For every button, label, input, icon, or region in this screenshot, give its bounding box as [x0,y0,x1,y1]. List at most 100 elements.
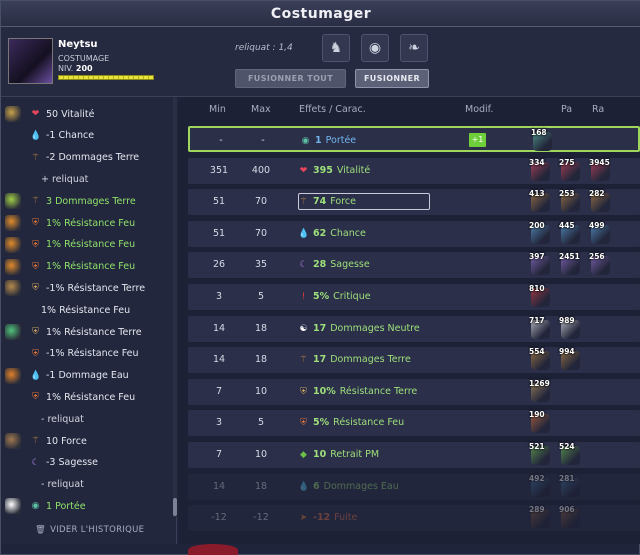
effect-value: 10% [313,385,336,397]
rune-slot[interactable]: 524 [559,442,582,467]
max-value: 18 [254,480,268,492]
rune-group: 554 994 [529,347,582,372]
effect-row[interactable]: 14 18 💧 6 Dommages Eau 492 281 [188,473,640,500]
history-line-text: 1% Résistance Feu [46,261,136,273]
effect-label: Dommages Terre [330,354,411,366]
feather-slot[interactable]: ❧ [400,34,428,62]
fuse-button[interactable]: FUSIONNER [355,69,429,88]
rune-slot[interactable]: 492 [529,474,552,499]
effect-value: 5% [313,417,330,429]
rune-slot[interactable]: 989 [559,316,582,341]
col-max: Max [251,104,271,115]
history-line-text: -1 Dommage Eau [46,370,129,382]
rune-group: 289 906 [529,505,582,530]
history-scrollbar[interactable] [173,97,177,517]
rune-slot[interactable]: 253 [559,189,582,214]
rune-slot[interactable]: 413 [529,189,552,214]
effect-row[interactable]: 26 35 ☾ 28 Sagesse 397 2451 256 [188,252,640,279]
effect-cell: ⚚ 74 Force [298,189,448,215]
rune-group: 492 281 [529,474,582,499]
moon-icon: ☾ [31,457,40,468]
effect-cell: ◉ 1 Portée [300,128,450,154]
history-line: ⛨ 1% Résistance Feu [1,387,173,407]
effect-row[interactable]: - - ◉ 1 Portée +1 168 [188,126,640,152]
min-value: 51 [212,227,226,239]
history-scroll-thumb[interactable] [173,498,177,516]
history-line-text: 3 Dommages Terre [46,195,136,207]
effect-row[interactable]: 14 18 ☯ 17 Dommages Neutre 717 989 [188,315,640,342]
rune-slot[interactable]: 994 [559,347,582,372]
history-line-text: -2 Dommages Terre [46,152,140,164]
title-bar[interactable]: Costumager [1,1,640,27]
rune-count: 253 [559,189,575,199]
history-line: 💧 -1 Chance [1,126,173,146]
clear-history-button[interactable]: 🗑 VIDER L'HISTORIQUE [35,525,144,535]
rune-slot[interactable]: 810 [529,284,552,309]
rune-group: 521 524 [529,442,582,467]
rune-slot[interactable]: 521 [529,442,552,467]
rune-slot[interactable]: 906 [559,505,582,530]
earth-icon: ⚚ [31,196,40,207]
max-value: 18 [254,322,268,334]
effect-value: 62 [313,227,327,239]
effect-row[interactable]: 3 5 ⛨ 5% Résistance Feu 190 [188,410,640,437]
fuse-all-button[interactable]: FUSIONNER TOUT [235,69,346,88]
history-line: ⛨ 1% Résistance Feu [1,235,173,255]
effect-row[interactable]: 51 70 ⚚ 74 Force 413 253 282 [188,189,640,216]
effect-label: Critique [333,291,371,302]
rune-slot[interactable]: 289 [529,505,552,530]
rune-slot[interactable]: 200 [529,221,552,246]
fire-shield-icon: ⛨ [300,418,307,429]
rune-group: 200 445 499 [529,220,612,246]
rune-count: 499 [589,220,605,230]
rune-slot[interactable]: 334 [529,157,552,183]
rune-group: 190 [529,410,552,435]
history-line-text: 50 Vitalité [46,108,95,120]
rune-slot[interactable]: 717 [529,316,552,341]
rune-slot[interactable]: 2451 [559,252,582,277]
rune-slot[interactable]: 499 [589,220,612,246]
costume-slot[interactable]: ♞ [322,34,350,62]
rune-slot[interactable]: 445 [559,221,582,246]
rune-slot[interactable]: 256 [589,252,612,277]
rune-slot[interactable]: 190 [529,410,552,435]
history-line: ⛨ 1% Résistance Terre [1,322,173,342]
history-item-icon [5,106,21,122]
rune-slot[interactable]: 397 [529,252,552,277]
history-item-icon [5,258,21,275]
max-value: 10 [254,385,268,397]
effect-row[interactable]: 3 5! 5% Critique 810 [188,284,640,310]
effect-row[interactable]: 51 70 💧 62 Chance 200 445 499 [188,220,640,247]
effect-row[interactable]: 351 400 ❤ 395 Vitalité 334 275 3945 [188,157,640,184]
history-line-text: - reliquat [41,479,84,491]
history-item-icon [5,215,21,231]
history-line: ⛨ 1% Résistance Feu [1,213,173,233]
history-item-icon [5,280,21,297]
rune-slot[interactable]: 275 [559,158,582,183]
min-value: - [219,135,223,146]
history-line: ⚚ 3 Dommages Terre [1,191,173,211]
plate-slot[interactable]: ◉ [361,34,389,62]
effect-row[interactable]: 7 10 ⛨ 10% Résistance Terre 1269 [188,378,640,405]
rune-count: 334 [529,157,545,167]
heart-icon: ❤ [31,109,40,119]
effect-label: Dommages Eau [323,480,399,492]
col-min: Min [209,104,226,115]
modif-badge: +1 [469,133,486,147]
effect-cell: ☾ 28 Sagesse [298,252,448,278]
avatar [8,38,53,84]
rune-slot[interactable]: 281 [559,474,582,499]
effect-cell: 💧 62 Chance [298,221,448,247]
rune-count: 2451 [559,252,580,262]
effect-row[interactable]: 14 18 ⚚ 17 Dommages Terre 554 994 [188,347,640,374]
min-value: 14 [212,480,226,492]
rune-slot[interactable]: 282 [589,189,612,214]
rune-slot[interactable]: 168 [531,128,554,153]
rune-slot[interactable]: 1269 [529,379,552,404]
effect-row[interactable]: 7 10 ◆ 10 Retrait PM 521 524 [188,442,640,468]
history-line-text: - reliquat [41,413,84,425]
effect-label: Sagesse [330,259,370,271]
rune-slot[interactable]: 3945 [589,158,612,183]
rune-slot[interactable]: 554 [529,347,552,372]
effect-row[interactable]: -12 -12 ➤ -12 Fuite 289 906 [188,505,640,532]
